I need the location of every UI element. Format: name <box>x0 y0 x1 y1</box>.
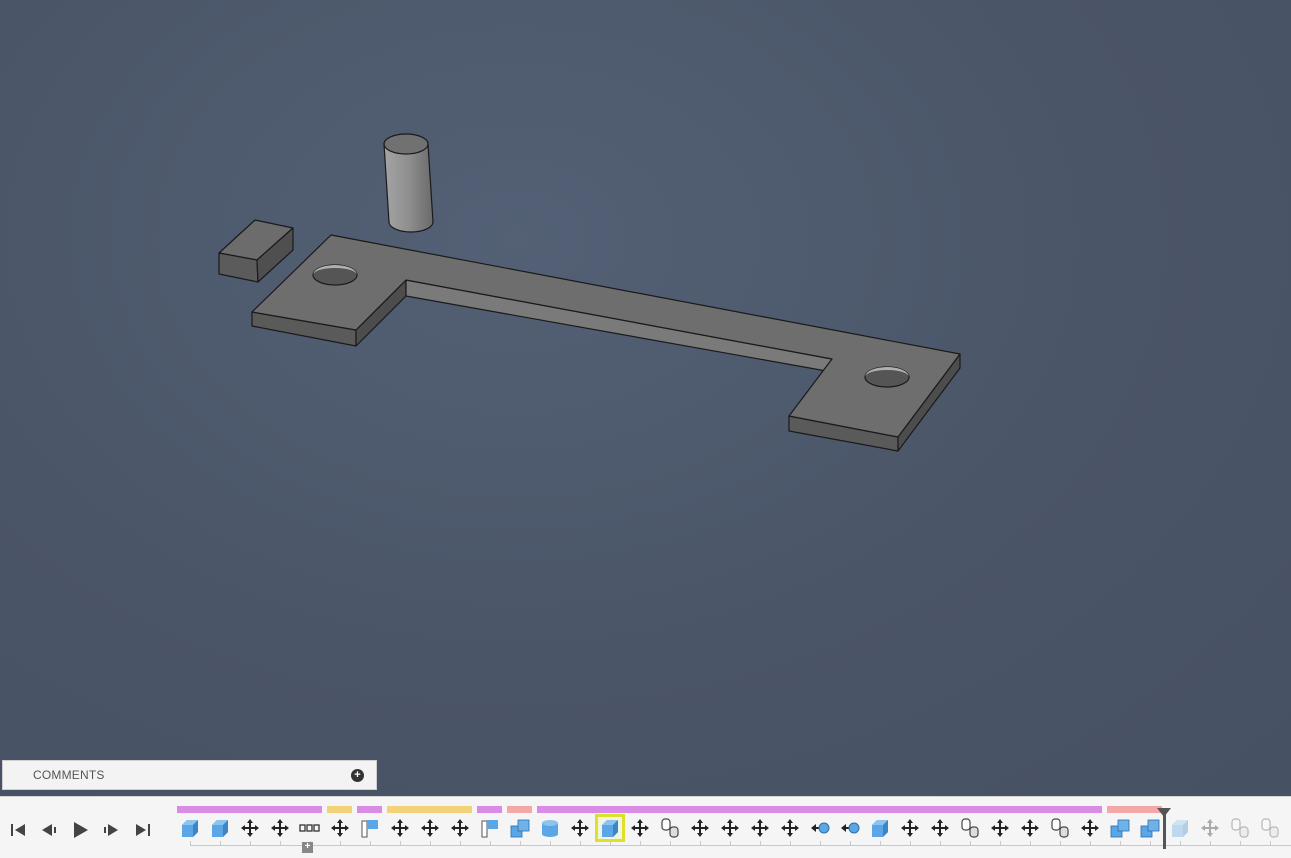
timeline-track <box>190 845 1291 846</box>
timeline-tick <box>220 841 221 846</box>
move-icon[interactable] <box>1197 816 1223 840</box>
play-icon[interactable] <box>69 819 91 841</box>
timeline-tick <box>790 841 791 846</box>
timeline-tick <box>700 841 701 846</box>
timeline-tick <box>190 841 191 846</box>
feature-group-strip[interactable] <box>327 806 352 813</box>
extrude-icon[interactable] <box>207 816 233 840</box>
timeline-tick <box>370 841 371 846</box>
sketch-icon[interactable] <box>477 816 503 840</box>
timeline-tick <box>400 841 401 846</box>
block-body[interactable] <box>218 219 294 283</box>
joint-icon[interactable] <box>1257 816 1283 840</box>
timeline-tick <box>1180 841 1181 846</box>
timeline-tick <box>1270 841 1271 846</box>
timeline-tick <box>1240 841 1241 846</box>
step-back-icon[interactable] <box>38 819 60 841</box>
move-icon[interactable] <box>327 816 353 840</box>
feature-group-strip[interactable] <box>507 806 532 813</box>
feature-group-strip[interactable] <box>537 806 1102 813</box>
comments-panel[interactable]: COMMENTS + <box>2 760 377 790</box>
timeline-tick <box>1090 841 1091 846</box>
move-icon[interactable] <box>387 816 413 840</box>
joint-icon[interactable] <box>1047 816 1073 840</box>
pattern-icon[interactable] <box>297 816 323 840</box>
extrude-icon[interactable] <box>177 816 203 840</box>
move-icon[interactable] <box>417 816 443 840</box>
move-icon[interactable] <box>927 816 953 840</box>
move-icon[interactable] <box>1017 816 1043 840</box>
move-icon[interactable] <box>447 816 473 840</box>
cylinder-icon[interactable] <box>537 816 563 840</box>
move-icon[interactable] <box>627 816 653 840</box>
feature-group-strip[interactable] <box>477 806 502 813</box>
timeline-tick <box>880 841 881 846</box>
timeline-tick <box>640 841 641 846</box>
move-icon[interactable] <box>1077 816 1103 840</box>
comments-label: COMMENTS <box>33 768 105 782</box>
skip-to-end-icon[interactable] <box>131 819 153 841</box>
move-icon[interactable] <box>897 816 923 840</box>
box-icon[interactable] <box>867 816 893 840</box>
model-canvas[interactable] <box>0 0 1291 796</box>
timeline-tick <box>1030 841 1031 846</box>
combine-icon[interactable] <box>1107 816 1133 840</box>
timeline-tick <box>340 841 341 846</box>
timeline-tick <box>940 841 941 846</box>
feature-group-strip[interactable] <box>357 806 382 813</box>
joint-icon[interactable] <box>1227 816 1253 840</box>
add-comment-icon[interactable]: + <box>351 768 364 782</box>
move-icon[interactable] <box>987 816 1013 840</box>
timeline-tick <box>760 841 761 846</box>
timeline-tick <box>490 841 491 846</box>
timeline-tick <box>550 841 551 846</box>
timeline-tick <box>850 841 851 846</box>
timeline-tick <box>970 841 971 846</box>
plate-body[interactable] <box>251 234 961 452</box>
timeline-tick <box>910 841 911 846</box>
skip-to-start-icon[interactable] <box>8 819 30 841</box>
move-icon[interactable] <box>237 816 263 840</box>
timeline-tick <box>1210 841 1211 846</box>
timeline-tick <box>460 841 461 846</box>
feature-group-strip[interactable] <box>1107 806 1162 813</box>
point-left-icon[interactable] <box>837 816 863 840</box>
box-icon[interactable] <box>595 814 625 842</box>
move-icon[interactable] <box>687 816 713 840</box>
timeline-tick <box>280 841 281 846</box>
timeline-tick <box>520 841 521 846</box>
combine-icon[interactable] <box>1137 816 1163 840</box>
cylinder-body[interactable] <box>383 133 434 233</box>
timeline-tick <box>1120 841 1121 846</box>
timeline-tick <box>250 841 251 846</box>
joint-icon[interactable] <box>657 816 683 840</box>
timeline-tick <box>1150 841 1151 846</box>
move-icon[interactable] <box>747 816 773 840</box>
sketch-icon[interactable] <box>357 816 383 840</box>
timeline-tick <box>730 841 731 846</box>
timeline-tick <box>820 841 821 846</box>
point-left-icon[interactable] <box>807 816 833 840</box>
feature-group-strip[interactable] <box>177 806 322 813</box>
timeline-tick <box>670 841 671 846</box>
move-icon[interactable] <box>777 816 803 840</box>
timeline-marker[interactable] <box>1163 809 1166 849</box>
joint-icon[interactable] <box>957 816 983 840</box>
timeline-tick <box>610 841 611 846</box>
feature-group-strip[interactable] <box>387 806 472 813</box>
timeline-tick <box>580 841 581 846</box>
move-icon[interactable] <box>567 816 593 840</box>
timeline-tick <box>1060 841 1061 846</box>
3d-viewport[interactable] <box>0 0 1291 796</box>
timeline-tick <box>1000 841 1001 846</box>
timeline-tick <box>430 841 431 846</box>
timeline[interactable]: + <box>0 796 1291 858</box>
step-forward-icon[interactable] <box>100 819 122 841</box>
move-icon[interactable] <box>267 816 293 840</box>
expand-timeline-icon[interactable]: + <box>302 842 313 853</box>
box-icon[interactable] <box>1167 816 1193 840</box>
move-icon[interactable] <box>717 816 743 840</box>
combine-icon[interactable] <box>507 816 533 840</box>
